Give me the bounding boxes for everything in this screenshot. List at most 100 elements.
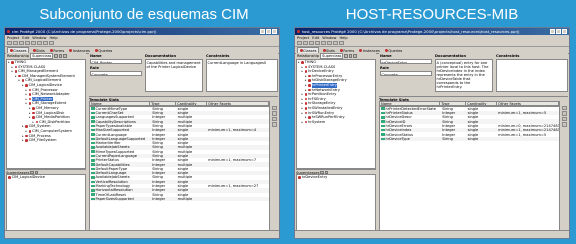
cut-icon[interactable] bbox=[25, 40, 30, 46]
role-select[interactable]: Concrete bbox=[380, 71, 432, 76]
new-project-icon[interactable] bbox=[297, 40, 302, 46]
column-header[interactable]: Cardinality bbox=[176, 102, 208, 105]
slots-table: CurrentMimeType String single CurrentCharSe… bbox=[89, 105, 270, 231]
status-bar bbox=[5, 230, 279, 238]
expand-toggle-icon[interactable]: ▸ bbox=[15, 74, 17, 79]
close-button[interactable] bbox=[272, 29, 277, 34]
menu-item-help[interactable]: Help bbox=[339, 36, 347, 40]
hierarchy-label: Relationship bbox=[7, 54, 30, 58]
documentation-field[interactable]: A (conceptual) entry for one printer loc… bbox=[435, 59, 493, 92]
column-header[interactable]: Name bbox=[90, 102, 151, 105]
name-field[interactable]: hrDeviceEntry bbox=[380, 59, 432, 64]
expand-toggle-icon[interactable]: ▸ bbox=[298, 60, 300, 65]
name-field[interactable]: CIM_Printer bbox=[90, 59, 142, 64]
role-label: Role bbox=[380, 66, 389, 70]
open-project-icon[interactable] bbox=[13, 40, 18, 46]
view-slot-icon[interactable] bbox=[562, 105, 567, 111]
documentation-field[interactable]: Capabilities and management of the Print… bbox=[145, 59, 203, 92]
menu-item-window[interactable]: Window bbox=[32, 36, 46, 40]
add-slot-icon[interactable] bbox=[562, 116, 567, 122]
chevron-down-icon[interactable] bbox=[54, 54, 58, 58]
expand-toggle-icon[interactable]: ▸ bbox=[302, 120, 304, 125]
expand-toggle-icon[interactable]: ▸ bbox=[305, 88, 307, 93]
paste-icon[interactable] bbox=[37, 40, 42, 46]
column-header[interactable]: Type bbox=[440, 102, 467, 105]
toolbar bbox=[295, 40, 569, 47]
expand-toggle-icon[interactable]: ▸ bbox=[29, 115, 31, 120]
column-header[interactable]: Other Facets bbox=[497, 102, 559, 105]
class-icon bbox=[304, 93, 308, 96]
table-cell: minimum=1, maximum=7 bbox=[208, 158, 257, 163]
column-header[interactable]: Other Facets bbox=[207, 102, 269, 105]
constraint-item[interactable]: CurrentLanguage in LanguagesS bbox=[208, 61, 267, 65]
documentation-label: Documentation bbox=[435, 54, 467, 58]
menu-item-edit[interactable]: Edit bbox=[312, 36, 319, 40]
open-project-icon[interactable] bbox=[303, 40, 308, 46]
table-row[interactable]: hrDeviceType String single bbox=[380, 136, 559, 141]
redo-icon[interactable] bbox=[49, 40, 54, 46]
menu-item-project[interactable]: Project bbox=[7, 36, 19, 40]
class-browser: Relationship Superclass ▸ THING ▸ SYSTEM-CLAS… bbox=[6, 53, 86, 231]
minimize-button[interactable] bbox=[550, 29, 555, 34]
expand-toggle-icon[interactable]: ▸ bbox=[8, 60, 10, 65]
tab-label: Forms bbox=[53, 48, 65, 53]
expand-toggle-icon[interactable]: ▸ bbox=[22, 83, 24, 88]
expand-toggle-icon[interactable]: ▸ bbox=[305, 115, 307, 120]
menu-item-help[interactable]: Help bbox=[49, 36, 57, 40]
tree-node[interactable]: ▸ hrSystem bbox=[297, 120, 375, 125]
minimize-button[interactable] bbox=[260, 29, 265, 34]
chevron-down-icon[interactable] bbox=[344, 54, 348, 58]
class-icon bbox=[32, 106, 35, 110]
redo-icon[interactable] bbox=[339, 40, 344, 46]
class-icon bbox=[304, 102, 308, 105]
window-title: host_resources Protégé 2000 (C:\Archivos… bbox=[301, 29, 520, 34]
table-row[interactable]: PaperSizesSupported Integer multiple bbox=[90, 196, 269, 202]
new-project-icon[interactable] bbox=[7, 40, 12, 46]
tree-node[interactable]: ▸ CIM_FileSystem bbox=[7, 138, 85, 143]
expand-toggle-icon[interactable]: ▸ bbox=[302, 69, 304, 74]
class-icon bbox=[304, 65, 308, 69]
column-header[interactable]: Type bbox=[150, 102, 177, 105]
tree-node-label: hrSystem bbox=[308, 119, 326, 124]
cut-icon[interactable] bbox=[315, 40, 320, 46]
column-header[interactable]: Cardinality bbox=[466, 102, 498, 105]
expand-toggle-icon[interactable]: ▸ bbox=[22, 138, 24, 143]
menu-item-project[interactable]: Project bbox=[297, 36, 309, 40]
paste-icon[interactable] bbox=[327, 40, 332, 46]
close-button[interactable] bbox=[562, 29, 567, 34]
expand-toggle-icon[interactable]: ▸ bbox=[26, 129, 28, 134]
copy-icon[interactable] bbox=[321, 40, 326, 46]
undo-icon[interactable] bbox=[333, 40, 338, 46]
expand-toggle-icon[interactable]: ▸ bbox=[12, 69, 14, 74]
remove-slot-icon[interactable] bbox=[272, 122, 277, 127]
class-browser: Relationship Superclass ▸ THING ▸ SYSTEM-CLAS… bbox=[296, 53, 376, 231]
save-project-icon[interactable] bbox=[19, 40, 24, 46]
maximize-button[interactable] bbox=[556, 29, 561, 34]
role-select[interactable]: Concrete bbox=[90, 71, 142, 76]
delete-class-icon[interactable] bbox=[353, 54, 357, 58]
expand-toggle-icon[interactable]: ▸ bbox=[26, 101, 28, 106]
menu-item-edit[interactable]: Edit bbox=[22, 36, 29, 40]
expand-toggle-icon[interactable]: ▸ bbox=[302, 111, 304, 116]
superclass-item[interactable]: CIM_LogicalDevice bbox=[7, 175, 85, 180]
create-slot-icon[interactable] bbox=[272, 111, 277, 116]
view-slot-icon[interactable] bbox=[272, 105, 277, 111]
toolbar bbox=[5, 40, 279, 47]
create-class-icon[interactable] bbox=[58, 54, 63, 58]
menu-item-window[interactable]: Window bbox=[322, 36, 336, 40]
undo-icon[interactable] bbox=[43, 40, 48, 46]
table-cell: Integer bbox=[152, 196, 166, 201]
save-project-icon[interactable] bbox=[309, 40, 314, 46]
delete-class-icon[interactable] bbox=[63, 54, 67, 58]
remove-slot-icon[interactable] bbox=[562, 122, 567, 127]
table-cell: single bbox=[467, 136, 479, 141]
column-header[interactable]: Name bbox=[380, 102, 441, 105]
copy-icon[interactable] bbox=[31, 40, 36, 46]
expand-toggle-icon[interactable]: ▸ bbox=[19, 78, 21, 83]
create-slot-icon[interactable] bbox=[562, 111, 567, 116]
create-class-icon[interactable] bbox=[348, 54, 353, 58]
maximize-button[interactable] bbox=[266, 29, 271, 34]
expand-toggle-icon[interactable]: ▸ bbox=[22, 124, 24, 129]
add-slot-icon[interactable] bbox=[272, 116, 277, 122]
superclass-item[interactable]: hrDeviceEntry bbox=[297, 175, 375, 180]
